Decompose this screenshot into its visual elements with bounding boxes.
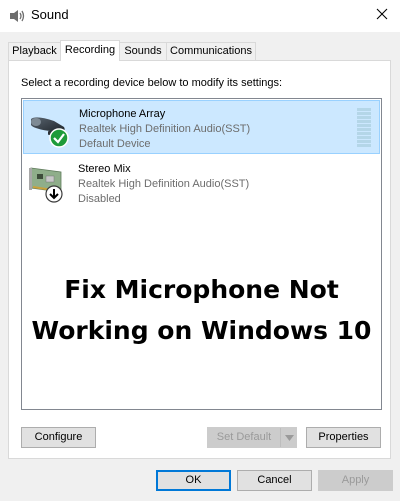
level-bar xyxy=(357,124,371,127)
device-stereo-mix[interactable]: Stereo Mix Realtek High Definition Audio… xyxy=(23,156,380,210)
set-default-label: Set Default xyxy=(216,431,272,443)
device-status: Default Device xyxy=(79,138,151,150)
default-check-icon xyxy=(49,128,69,153)
title-bar[interactable]: Sound xyxy=(0,0,400,32)
level-meter xyxy=(357,108,371,148)
close-icon xyxy=(376,7,388,25)
level-bar xyxy=(357,144,371,147)
level-bar xyxy=(357,132,371,135)
ok-button[interactable]: OK xyxy=(156,470,231,491)
sound-dialog: Sound Playback Recording Sounds Communic… xyxy=(0,0,400,501)
set-default-button: Set Default xyxy=(207,427,297,448)
instructions-text: Select a recording device below to modif… xyxy=(21,77,283,89)
window-title: Sound xyxy=(31,7,69,22)
device-status: Disabled xyxy=(78,193,121,205)
device-driver: Realtek High Definition Audio(SST) xyxy=(78,178,250,190)
device-list[interactable]: Microphone Array Realtek High Definition… xyxy=(21,98,382,410)
tab-recording[interactable]: Recording xyxy=(60,40,120,61)
tab-sounds[interactable]: Sounds xyxy=(119,42,167,60)
disabled-arrow-icon xyxy=(45,185,63,208)
level-bar xyxy=(357,120,371,123)
apply-button: Apply xyxy=(318,470,393,491)
level-bar xyxy=(357,112,371,115)
device-name: Stereo Mix xyxy=(78,163,131,175)
level-bar xyxy=(357,136,371,139)
device-name: Microphone Array xyxy=(79,108,166,120)
cancel-button[interactable]: Cancel xyxy=(237,470,312,491)
configure-button[interactable]: Configure xyxy=(21,427,96,448)
tab-playback[interactable]: Playback xyxy=(8,42,61,60)
chevron-down-icon xyxy=(280,428,298,447)
tab-communications[interactable]: Communications xyxy=(166,42,256,60)
properties-button[interactable]: Properties xyxy=(306,427,381,448)
overlay-line-1: Fix Microphone Not xyxy=(64,275,339,304)
recording-panel: Select a recording device below to modif… xyxy=(8,60,391,459)
device-text: Stereo Mix Realtek High Definition Audio… xyxy=(78,162,249,207)
close-button[interactable] xyxy=(364,0,400,32)
level-bar xyxy=(357,128,371,131)
device-driver: Realtek High Definition Audio(SST) xyxy=(79,123,251,135)
level-bar xyxy=(357,116,371,119)
speaker-icon xyxy=(9,9,25,23)
device-microphone-array[interactable]: Microphone Array Realtek High Definition… xyxy=(23,100,380,154)
device-text: Microphone Array Realtek High Definition… xyxy=(79,107,250,152)
level-bar xyxy=(357,108,371,111)
level-bar xyxy=(357,140,371,143)
overlay-line-2: Working on Windows 10 xyxy=(31,316,372,345)
overlay-caption: Fix Microphone Not Working on Windows 10 xyxy=(22,269,381,351)
